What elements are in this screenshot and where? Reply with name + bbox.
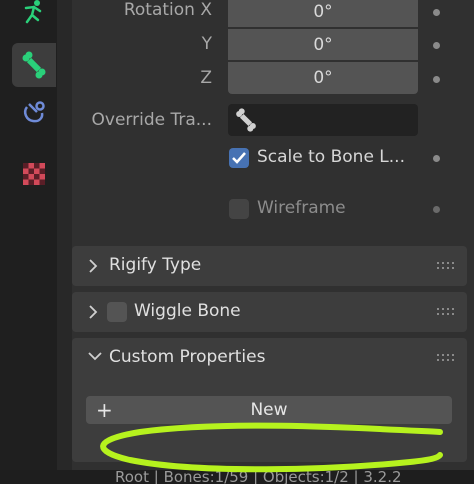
rotation-x-keyframe-dot[interactable] [433,9,440,16]
drag-handle-icon[interactable] [437,262,455,272]
override-transform-field[interactable] [228,104,418,136]
texture-icon [23,163,45,185]
tab-texture[interactable] [12,152,56,196]
scale-to-bone-keyframe-dot[interactable] [433,155,440,162]
rotation-x-field[interactable]: 0° [228,0,418,27]
status-bar-text: Root | Bones:1/59 | Objects:1/2 | 3.2.2 [115,470,402,484]
rotation-y-keyframe-dot[interactable] [433,42,440,49]
wireframe-keyframe-dot[interactable] [433,206,440,213]
rotation-y-field[interactable]: 0° [228,29,418,60]
checkmark-icon [232,152,246,164]
running-figure-icon [24,0,42,24]
wiggle-bone-title: Wiggle Bone [134,301,241,321]
wireframe-label[interactable]: Wireframe [257,198,346,218]
tab-bone[interactable] [12,43,56,87]
drag-handle-icon[interactable] [437,354,455,364]
rotation-y-label: Y [201,34,212,54]
rigify-type-panel-header[interactable]: Rigify Type [72,246,467,286]
wiggle-bone-enable-checkbox[interactable] [107,302,127,322]
status-bar: Root | Bones:1/59 | Objects:1/2 | 3.2.2 [0,470,474,484]
custom-properties-title: Custom Properties [109,347,266,367]
constraint-icon [24,101,45,123]
wiggle-bone-panel-header[interactable]: Wiggle Bone [72,292,467,332]
custom-properties-panel-header[interactable]: Custom Properties [72,338,467,378]
rigify-type-title: Rigify Type [109,255,202,275]
rotation-z-keyframe-dot[interactable] [433,76,440,83]
tab-bone-constraints[interactable] [12,0,56,34]
new-property-button[interactable]: + New [86,396,452,424]
properties-tab-strip [0,0,57,470]
override-transform-label: Override Tra... [91,110,212,130]
scale-to-bone-checkbox[interactable] [229,148,249,168]
wireframe-checkbox[interactable] [229,199,249,219]
rotation-z-label: Z [200,68,212,88]
chevron-right-icon [89,305,98,319]
rotation-z-field[interactable]: 0° [228,62,418,94]
bone-icon [236,108,256,132]
tab-object-constraints[interactable] [12,90,56,134]
new-property-label: New [250,400,288,420]
chevron-down-icon [88,352,102,361]
scale-to-bone-label[interactable]: Scale to Bone L... [257,147,405,167]
drag-handle-icon[interactable] [437,308,455,318]
chevron-right-icon [89,259,98,273]
rotation-x-label: Rotation X [123,0,212,20]
panel-gutter [57,0,72,470]
bone-icon [22,51,46,79]
